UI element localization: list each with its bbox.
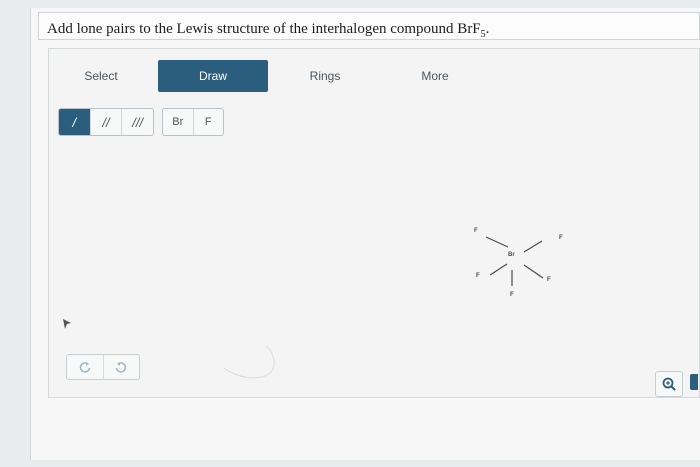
molecule-bonds	[223, 236, 544, 379]
atom-tool-group: Br F	[162, 108, 224, 136]
bond-upper-right[interactable]	[523, 240, 543, 253]
atom-ligand-upper-left[interactable]: F	[474, 228, 478, 234]
atom-ligand-lower-right[interactable]: F	[547, 277, 551, 283]
atom-ligand-lower-left[interactable]: F	[476, 273, 480, 279]
bond-lower-right[interactable]	[523, 264, 544, 279]
triple-bond-button[interactable]: ///	[121, 109, 153, 135]
question-text: Add lone pairs to the Lewis structure of…	[47, 21, 481, 37]
scribble-mark	[223, 345, 275, 379]
bond-lower-left[interactable]	[489, 263, 508, 276]
bond-upper-left[interactable]	[485, 236, 509, 248]
redo-icon	[115, 362, 127, 373]
toolbar-tabs: Select Draw Rings More	[48, 58, 700, 92]
atom-f-button[interactable]: F	[192, 109, 224, 135]
undo-button[interactable]	[67, 355, 103, 379]
atom-ligand-upper-right[interactable]: F	[559, 235, 563, 241]
question-prompt: Add lone pairs to the Lewis structure of…	[38, 12, 700, 40]
atom-br-button[interactable]: Br	[163, 109, 193, 135]
cursor-arrow-icon	[63, 319, 71, 329]
atom-ligand-bottom[interactable]: F	[510, 292, 514, 298]
question-period: .	[485, 21, 490, 37]
double-bond-button[interactable]: //	[89, 109, 122, 135]
zoom-button[interactable]	[655, 371, 683, 397]
bond-tool-group: / // ///	[58, 108, 154, 136]
redo-button[interactable]	[102, 355, 140, 379]
single-bond-button[interactable]: /	[59, 109, 90, 135]
tab-more[interactable]: More	[392, 60, 478, 92]
drawing-canvas[interactable]: Br F F F F F	[56, 140, 700, 385]
tab-select[interactable]: Select	[58, 60, 144, 92]
zoom-icon	[662, 377, 676, 391]
tab-draw[interactable]: Draw	[158, 60, 268, 92]
undo-icon	[79, 362, 91, 373]
atom-center[interactable]: Br	[508, 252, 515, 258]
edge-tab-marker[interactable]	[690, 374, 698, 390]
tab-rings[interactable]: Rings	[282, 60, 368, 92]
history-controls	[66, 354, 140, 380]
